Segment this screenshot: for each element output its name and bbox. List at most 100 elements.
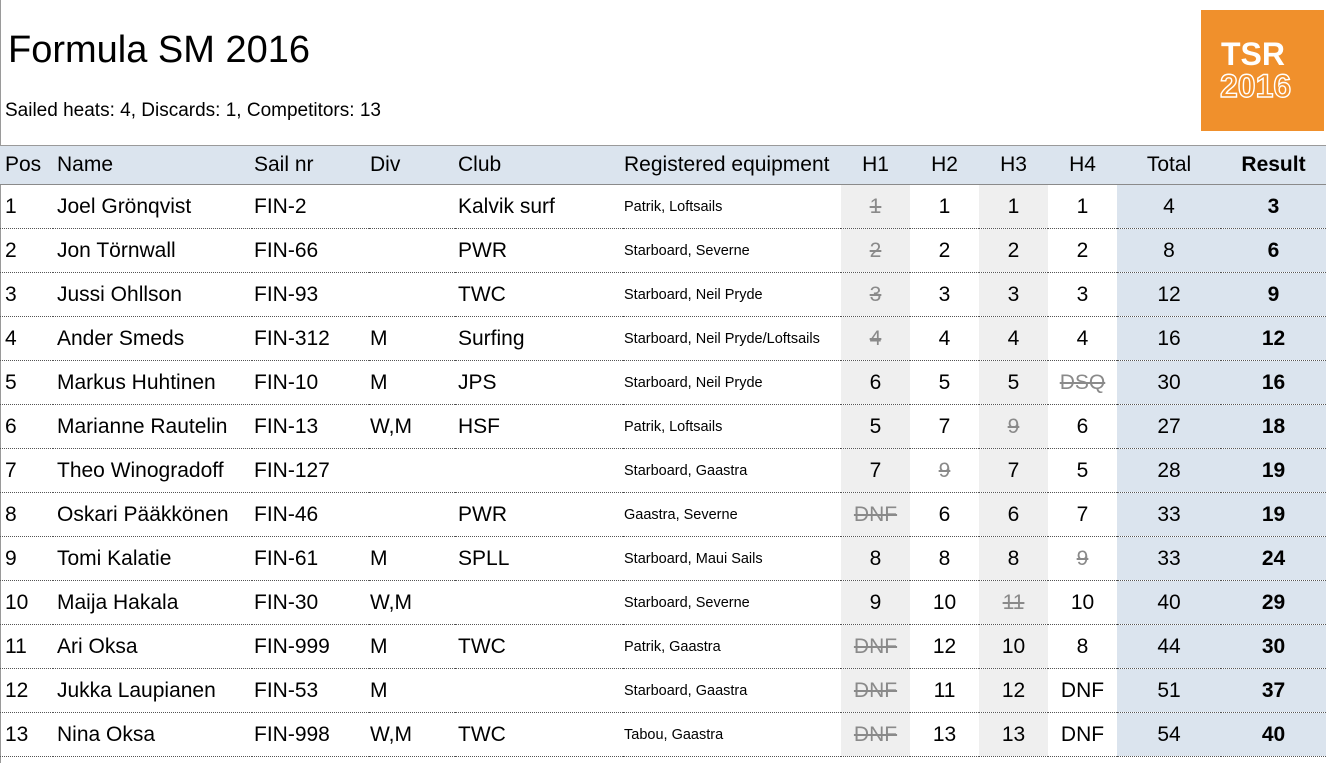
- cell-heat-2: 8: [910, 536, 979, 581]
- cell-heat-3: 1: [979, 184, 1048, 229]
- col-header-h2: H2: [910, 145, 979, 185]
- heat-score: 6: [869, 370, 882, 394]
- col-header-pos: Pos: [0, 145, 53, 185]
- col-header-equipment: Registered equipment: [623, 145, 841, 185]
- cell-heat-4: 9: [1048, 536, 1117, 581]
- cell-pos: 2: [0, 228, 53, 273]
- heat-score: 8: [869, 546, 882, 570]
- cell-equipment: Starboard, Gaastra: [623, 668, 841, 713]
- heat-score: 13: [932, 722, 957, 746]
- cell-total: 8: [1117, 228, 1221, 273]
- cell-club: TWC: [455, 624, 623, 669]
- cell-equipment: Starboard, Severne: [623, 580, 841, 625]
- cell-club: HSF: [455, 404, 623, 449]
- col-header-total: Total: [1117, 145, 1221, 185]
- cell-name: Markus Huhtinen: [53, 360, 252, 405]
- cell-total: 54: [1117, 712, 1221, 757]
- cell-club: PWR: [455, 492, 623, 537]
- cell-name: Maija Hakala: [53, 580, 252, 625]
- heat-score: 9: [869, 590, 882, 614]
- cell-name: Ander Smeds: [53, 316, 252, 361]
- cell-name: Jussi Ohllson: [53, 272, 252, 317]
- cell-pos: 9: [0, 536, 53, 581]
- cell-sail-nr: FIN-66: [252, 228, 369, 273]
- cell-pos: 6: [0, 404, 53, 449]
- cell-equipment: Starboard, Neil Pryde: [623, 360, 841, 405]
- cell-sail-nr: FIN-312: [252, 316, 369, 361]
- cell-heat-1: 6: [841, 360, 910, 405]
- cell-sail-nr: FIN-999: [252, 624, 369, 669]
- cell-club: Surfing: [455, 316, 623, 361]
- heat-score: 4: [938, 326, 951, 350]
- cell-sail-nr: FIN-13: [252, 404, 369, 449]
- discarded-score: DNF: [853, 678, 898, 702]
- cell-club: [455, 448, 623, 493]
- cell-total: 28: [1117, 448, 1221, 493]
- cell-heat-1: 2: [841, 228, 910, 273]
- cell-pos: 12: [0, 668, 53, 713]
- cell-result: 12: [1221, 316, 1326, 361]
- cell-name: Jon Törnwall: [53, 228, 252, 273]
- cell-heat-2: 4: [910, 316, 979, 361]
- cell-total: 4: [1117, 184, 1221, 229]
- cell-club: JPS: [455, 360, 623, 405]
- cell-heat-2: 9: [910, 448, 979, 493]
- cell-result: 29: [1221, 580, 1326, 625]
- heat-score: 10: [1070, 590, 1095, 614]
- cell-div: W,M: [369, 404, 455, 449]
- cell-total: 40: [1117, 580, 1221, 625]
- cell-name: Jukka Laupianen: [53, 668, 252, 713]
- heat-score: 1: [1007, 194, 1020, 218]
- heat-score: 7: [1007, 458, 1020, 482]
- cell-heat-3: 2: [979, 228, 1048, 273]
- heat-score: 5: [869, 414, 882, 438]
- table-row: 6 Marianne Rautelin FIN-13 W,M HSF Patrik, Lo…: [0, 404, 1326, 449]
- cell-heat-4: 2: [1048, 228, 1117, 273]
- cell-result: 19: [1221, 448, 1326, 493]
- heat-score: 5: [938, 370, 951, 394]
- cell-heat-4: 10: [1048, 580, 1117, 625]
- table-row: 7 Theo Winogradoff FIN-127 Starboard, Gaast…: [0, 448, 1326, 493]
- cell-heat-4: DSQ: [1048, 360, 1117, 405]
- cell-heat-3: 10: [979, 624, 1048, 669]
- discarded-score: 2: [869, 238, 882, 262]
- cell-heat-1: 7: [841, 448, 910, 493]
- cell-equipment: Starboard, Neil Pryde: [623, 272, 841, 317]
- cell-club: PWR: [455, 228, 623, 273]
- logo-line-1: TSR: [1221, 36, 1285, 72]
- cell-heat-4: 3: [1048, 272, 1117, 317]
- cell-name: Theo Winogradoff: [53, 448, 252, 493]
- cell-result: 18: [1221, 404, 1326, 449]
- cell-equipment: Starboard, Gaastra: [623, 448, 841, 493]
- cell-heat-4: DNF: [1048, 712, 1117, 757]
- table-row: 10 Maija Hakala FIN-30 W,M Starboard, Severn…: [0, 580, 1326, 625]
- cell-heat-1: 9: [841, 580, 910, 625]
- results-body: 1 Joel Grönqvist FIN-2 Kalvik surf Patrik, L…: [0, 184, 1326, 757]
- cell-heat-4: 6: [1048, 404, 1117, 449]
- heat-score: 3: [1076, 282, 1089, 306]
- cell-name: Nina Oksa: [53, 712, 252, 757]
- heat-score: 1: [938, 194, 951, 218]
- cell-heat-3: 6: [979, 492, 1048, 537]
- cell-heat-2: 13: [910, 712, 979, 757]
- heat-score: 8: [1007, 546, 1020, 570]
- cell-club: Kalvik surf: [455, 184, 623, 229]
- cell-heat-2: 11: [910, 668, 979, 713]
- cell-heat-3: 12: [979, 668, 1048, 713]
- heat-score: 4: [1076, 326, 1089, 350]
- cell-result: 6: [1221, 228, 1326, 273]
- cell-heat-2: 5: [910, 360, 979, 405]
- table-row: 1 Joel Grönqvist FIN-2 Kalvik surf Patrik, L…: [0, 184, 1326, 229]
- heat-score: 8: [938, 546, 951, 570]
- page-title: Formula SM 2016: [8, 29, 311, 71]
- cell-heat-3: 13: [979, 712, 1048, 757]
- col-header-h4: H4: [1048, 145, 1117, 185]
- col-header-h3: H3: [979, 145, 1048, 185]
- cell-heat-4: 1: [1048, 184, 1117, 229]
- cell-heat-1: DNF: [841, 668, 910, 713]
- cell-equipment: Starboard, Maui Sails: [623, 536, 841, 581]
- cell-name: Ari Oksa: [53, 624, 252, 669]
- cell-total: 30: [1117, 360, 1221, 405]
- heat-score: 5: [1076, 458, 1089, 482]
- col-header-h1: H1: [841, 145, 910, 185]
